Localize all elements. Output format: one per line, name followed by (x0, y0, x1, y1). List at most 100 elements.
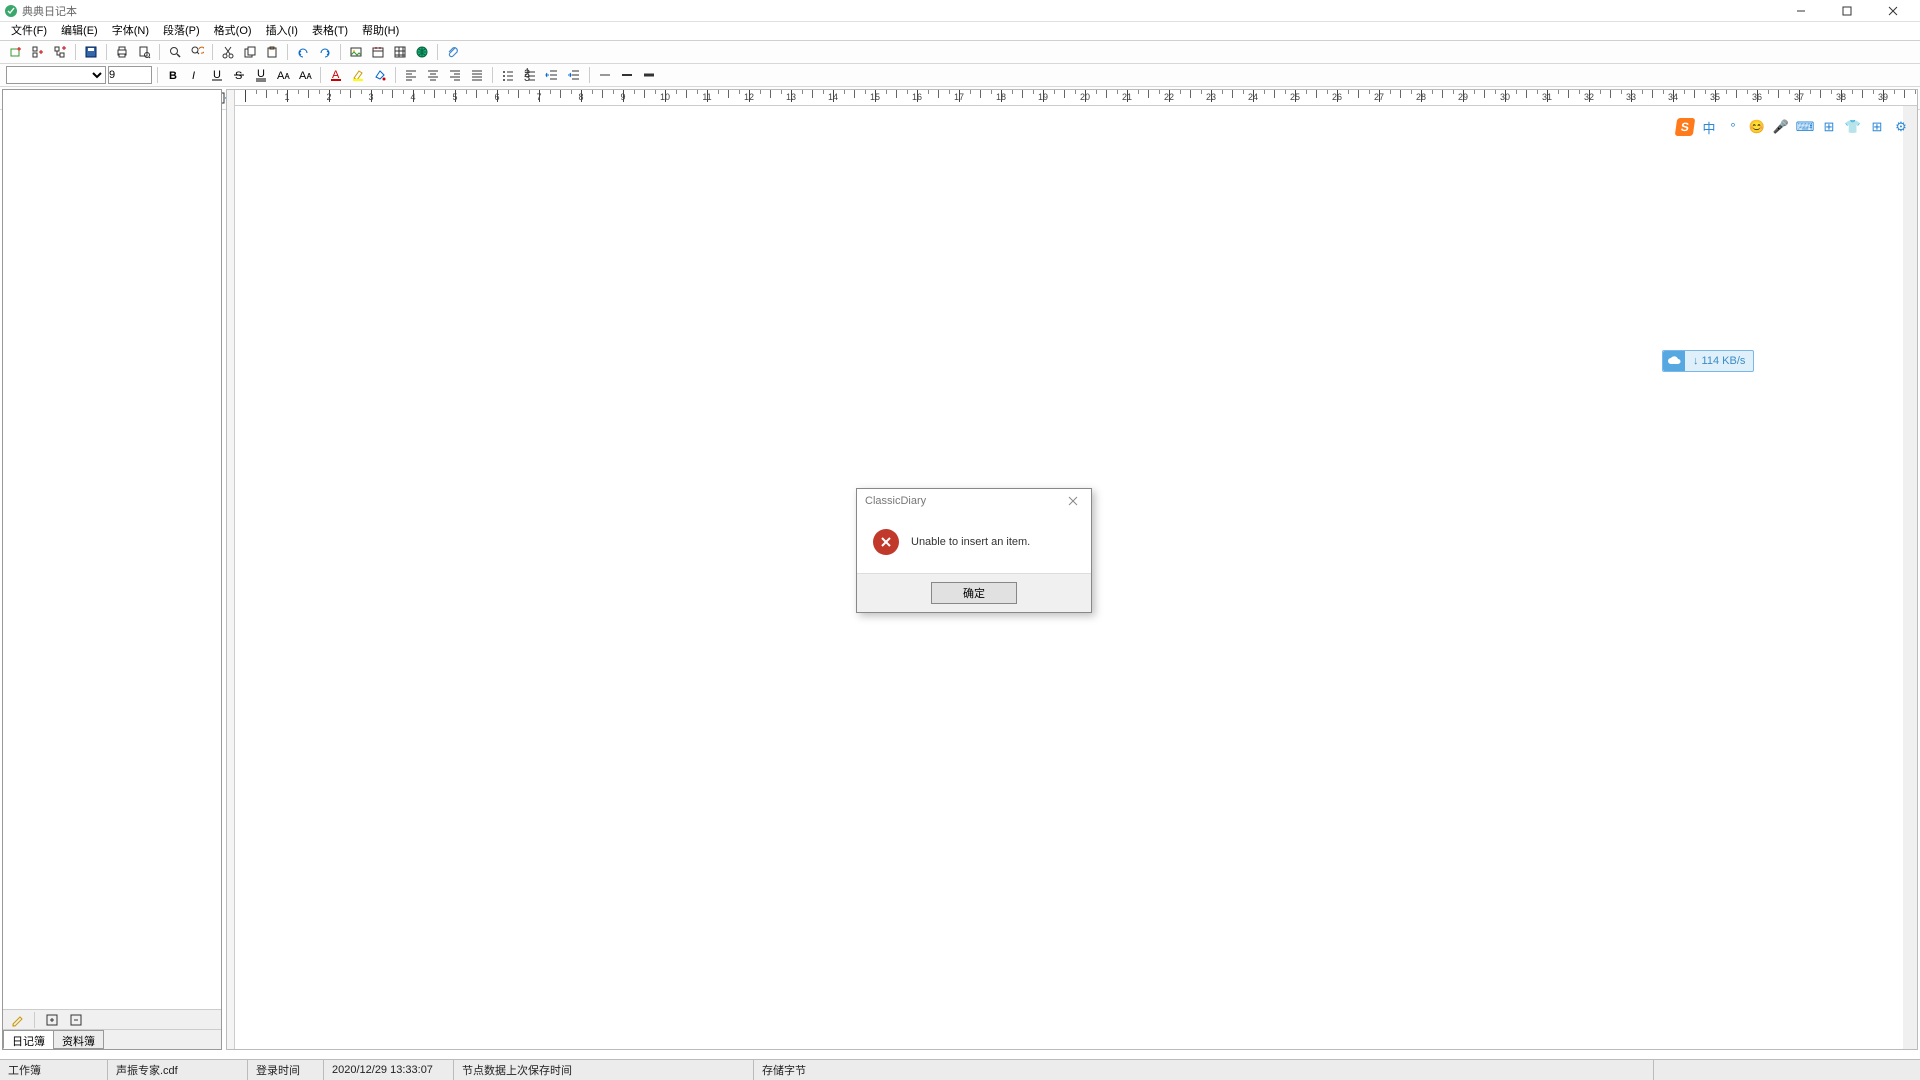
menu-item-3[interactable]: 段落(P) (156, 22, 207, 40)
app-icon (4, 4, 18, 18)
pencil-button[interactable] (7, 1010, 27, 1030)
maximize-button[interactable] (1824, 1, 1870, 21)
cut-icon (221, 45, 235, 59)
bold-button[interactable]: B (163, 65, 183, 85)
underline-button[interactable]: U (207, 65, 227, 85)
menu-item-5[interactable]: 插入(I) (259, 22, 305, 40)
grid-collapse-icon (69, 1013, 83, 1027)
menu-item-4[interactable]: 格式(O) (207, 22, 259, 40)
grid-expand-button[interactable] (42, 1010, 62, 1030)
double-underline-button[interactable]: U (251, 65, 271, 85)
svg-text:I: I (192, 70, 195, 82)
close-button[interactable] (1870, 1, 1916, 21)
side-tab-0[interactable]: 日记簿 (3, 1030, 54, 1049)
network-speed-widget[interactable]: ↓ 114 KB/s (1662, 350, 1754, 372)
smallcaps-button[interactable]: Aᴀ (295, 65, 315, 85)
hr-thin-icon (598, 68, 612, 82)
hr-med-button[interactable] (617, 65, 637, 85)
uppercase-button[interactable]: AᴀA (273, 65, 293, 85)
numbering-button[interactable]: 123 (520, 65, 540, 85)
menu-item-2[interactable]: 字体(N) (105, 22, 156, 40)
redo-icon (318, 45, 332, 59)
vertical-scrollbar[interactable] (1903, 106, 1917, 1049)
image-button[interactable] (346, 42, 366, 62)
italic-button[interactable]: I (185, 65, 205, 85)
print-button[interactable] (112, 42, 132, 62)
dialog-close-button[interactable] (1063, 491, 1083, 511)
undo-button[interactable] (293, 42, 313, 62)
date-button[interactable] (368, 42, 388, 62)
table-button[interactable] (390, 42, 410, 62)
paste-button[interactable] (262, 42, 282, 62)
menu-item-6[interactable]: 表格(T) (305, 22, 355, 40)
hr-thin-button[interactable] (595, 65, 615, 85)
bullets-button[interactable] (498, 65, 518, 85)
attachment-button[interactable] (443, 42, 463, 62)
align-right-button[interactable] (445, 65, 465, 85)
font-size-input[interactable] (108, 66, 152, 84)
ime-item-0[interactable]: 中 (1700, 118, 1718, 136)
align-justify-button[interactable] (467, 65, 487, 85)
horizontal-ruler[interactable]: 1234567891011121314151617181920212223242… (235, 90, 1917, 106)
ime-item-1[interactable]: ° (1724, 118, 1742, 136)
cut-button[interactable] (218, 42, 238, 62)
strike-button[interactable]: S (229, 65, 249, 85)
minimize-button[interactable] (1778, 1, 1824, 21)
save-button[interactable] (81, 42, 101, 62)
toolbar-formatting: B I USU AᴀA Aᴀ A 123 (0, 64, 1920, 87)
align-center-button[interactable] (423, 65, 443, 85)
print-icon (115, 45, 129, 59)
highlight-icon (351, 68, 365, 82)
add-child-button[interactable] (50, 42, 70, 62)
add-sibling-button[interactable] (28, 42, 48, 62)
find-replace-button[interactable] (187, 42, 207, 62)
background-fill-icon (373, 68, 387, 82)
side-tab-1[interactable]: 资料簿 (53, 1030, 104, 1049)
ime-item-4[interactable]: ⌨ (1796, 118, 1814, 136)
hyperlink-icon (415, 45, 429, 59)
copy-icon (243, 45, 257, 59)
status-bar: 工作簿声振专家.cdf登录时间2020/12/29 13:33:07节点数据上次… (0, 1059, 1920, 1080)
font-color-button[interactable]: A (326, 65, 346, 85)
dialog-titlebar[interactable]: ClassicDiary (857, 489, 1091, 513)
ok-button[interactable]: 确定 (931, 582, 1017, 604)
side-panel: 日记簿资料簿 (2, 89, 222, 1050)
menu-item-7[interactable]: 帮助(H) (355, 22, 406, 40)
highlight-button[interactable] (348, 65, 368, 85)
outdent-button[interactable] (542, 65, 562, 85)
date-icon (371, 45, 385, 59)
new-node-icon (9, 45, 23, 59)
find-replace-icon (190, 45, 204, 59)
find-button[interactable] (165, 42, 185, 62)
ime-item-8[interactable]: ⚙ (1892, 118, 1910, 136)
hr-med-icon (620, 68, 634, 82)
font-family-select[interactable] (6, 66, 106, 84)
ime-item-7[interactable]: ⊞ (1868, 118, 1886, 136)
ime-item-6[interactable]: 👕 (1844, 118, 1862, 136)
ime-logo-icon[interactable]: S (1675, 118, 1696, 136)
underline-icon: U (210, 68, 224, 82)
ime-item-2[interactable]: 😊 (1748, 118, 1766, 136)
uppercase-icon: AᴀA (276, 68, 290, 82)
find-icon (168, 45, 182, 59)
redo-button[interactable] (315, 42, 335, 62)
hyperlink-button[interactable] (412, 42, 432, 62)
tree-view[interactable] (3, 90, 221, 1009)
hr-thick-button[interactable] (639, 65, 659, 85)
align-center-icon (426, 68, 440, 82)
ime-item-5[interactable]: ⊞ (1820, 118, 1838, 136)
new-node-button[interactable] (6, 42, 26, 62)
menu-item-0[interactable]: 文件(F) (4, 22, 54, 40)
print-preview-button[interactable] (134, 42, 154, 62)
copy-button[interactable] (240, 42, 260, 62)
grid-collapse-button[interactable] (66, 1010, 86, 1030)
svg-text:B: B (169, 70, 177, 82)
indent-button[interactable] (564, 65, 584, 85)
menu-item-1[interactable]: 编辑(E) (54, 22, 105, 40)
hr-thick-icon (642, 68, 656, 82)
vertical-ruler[interactable] (227, 90, 235, 1049)
background-fill-button[interactable] (370, 65, 390, 85)
align-left-button[interactable] (401, 65, 421, 85)
ime-item-3[interactable]: 🎤 (1772, 118, 1790, 136)
speed-text: ↓ 114 KB/s (1685, 355, 1753, 367)
